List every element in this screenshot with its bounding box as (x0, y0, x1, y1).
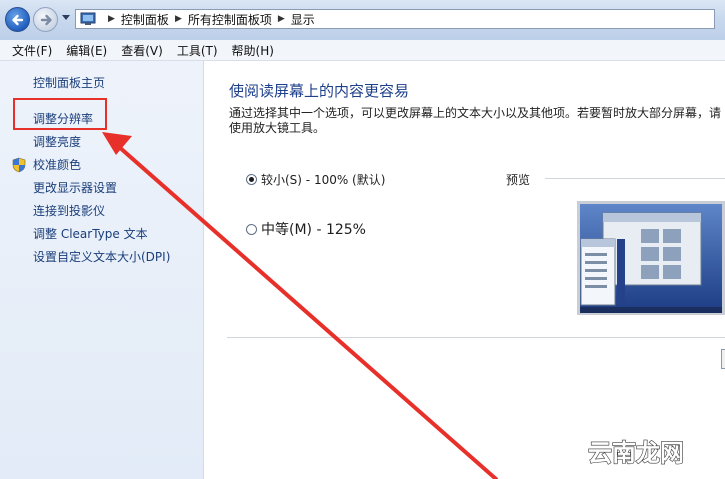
watermark-logo: 云南龙网 (587, 438, 684, 467)
svg-text:云南龙网: 云南龙网 (588, 439, 684, 467)
annotation-arrow (102, 132, 498, 479)
